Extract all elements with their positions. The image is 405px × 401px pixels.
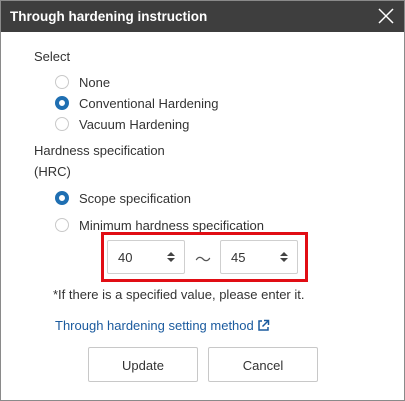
hardness-min-stepper[interactable]: 40 <box>107 240 185 274</box>
radio-label: Vacuum Hardening <box>79 117 190 132</box>
external-link-icon[interactable] <box>257 319 270 332</box>
hardness-unit-label: (HRC) <box>34 164 71 179</box>
spinner-arrows-icon[interactable] <box>166 251 176 263</box>
dialog-title: Through hardening instruction <box>10 9 208 24</box>
radio-label: None <box>79 75 111 90</box>
setting-method-link[interactable]: Through hardening setting method <box>55 318 270 333</box>
radio-button[interactable] <box>55 218 69 232</box>
dialog: Through hardening instruction Select Non… <box>0 0 405 401</box>
radio-button[interactable] <box>55 96 69 110</box>
radio-label: Minimum hardness specification <box>79 218 264 233</box>
dialog-titlebar: Through hardening instruction <box>1 1 404 32</box>
close-button[interactable] <box>374 4 398 28</box>
cancel-button[interactable]: Cancel <box>208 347 318 382</box>
radio-button[interactable] <box>55 191 69 205</box>
radio-label: Conventional Hardening <box>79 96 219 111</box>
select-label: Select <box>34 49 71 64</box>
range-separator: ～ <box>195 252 212 269</box>
hardness-max-stepper[interactable]: 45 <box>220 240 298 274</box>
hardness-spec-label: Hardness specification <box>34 143 165 158</box>
spinner-arrows-icon[interactable] <box>279 251 289 263</box>
radio-button[interactable] <box>55 75 69 89</box>
close-icon <box>378 8 394 24</box>
hardness-max-value[interactable]: 45 <box>231 250 245 265</box>
radio-label: Scope specification <box>79 191 192 206</box>
hardness-min-value[interactable]: 40 <box>118 250 132 265</box>
radio-button[interactable] <box>55 117 69 131</box>
update-button[interactable]: Update <box>88 347 198 382</box>
link-label[interactable]: Through hardening setting method <box>55 318 254 333</box>
specified-value-note: *If there is a specified value, please e… <box>53 287 305 302</box>
